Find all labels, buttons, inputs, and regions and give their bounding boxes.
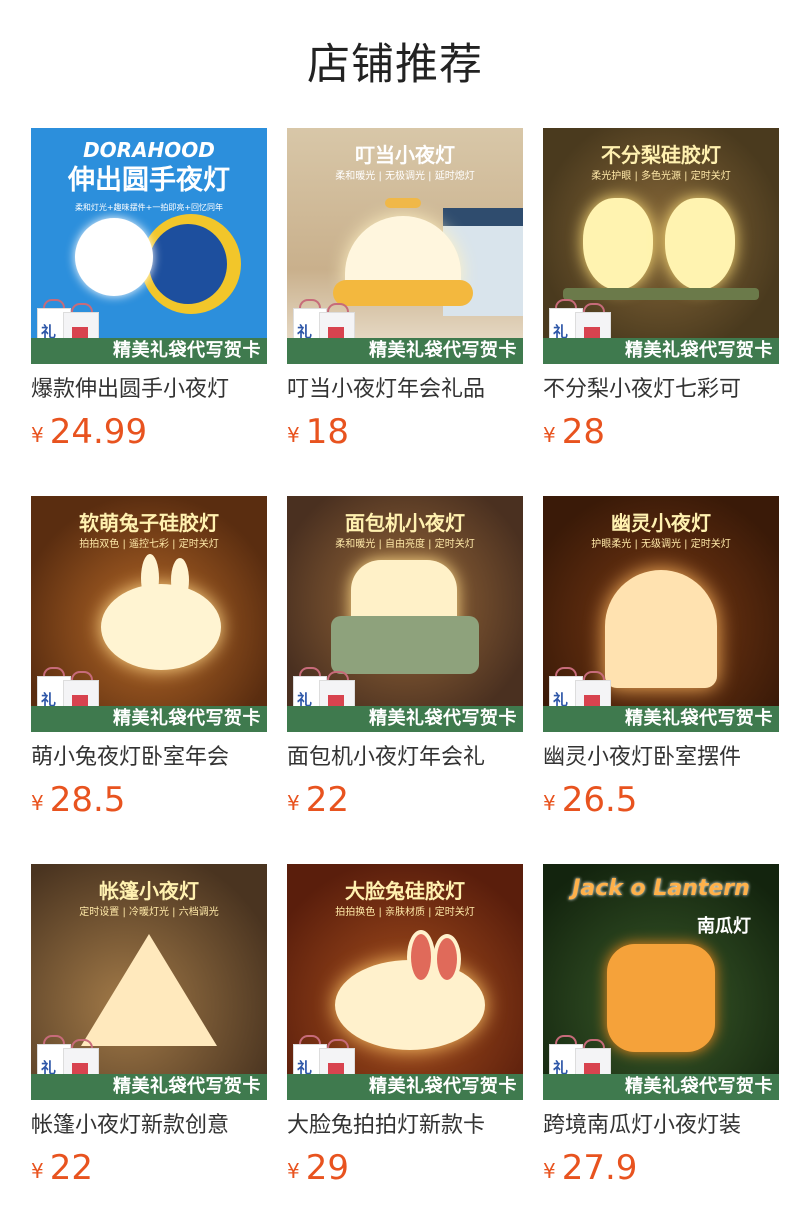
product-card[interactable]: 不分梨硅胶灯 柔光护眼 | 多色光源 | 定时关灯 礼物 精美礼袋代写贺卡 不分… [543, 128, 779, 452]
toaster-body-shape [331, 616, 479, 674]
poster-title: 软萌兔子硅胶灯 [79, 511, 219, 535]
product-image[interactable]: 叮当小夜灯 柔和暖光 | 无极调光 | 延时熄灯 礼物 精美礼袋代写贺卡 [287, 128, 523, 364]
pumpkin-lamp-shape [607, 944, 715, 1052]
poster-subtitle: 柔和暖光 | 无极调光 | 延时熄灯 [335, 171, 475, 182]
page-title: 店铺推荐 [307, 40, 483, 90]
gift-badge: 精美礼袋代写贺卡 [287, 706, 523, 732]
product-name[interactable]: 帐篷小夜灯新款创意 [31, 1110, 267, 1142]
product-price: ¥28.5 [31, 780, 126, 820]
tent-shape [81, 934, 217, 1046]
product-image[interactable]: 大脸兔硅胶灯 拍拍换色 | 亲肤材质 | 定时关灯 礼物 精美礼袋代写贺卡 [287, 864, 523, 1100]
product-name[interactable]: 幽灵小夜灯卧室摆件 [543, 742, 779, 774]
product-image[interactable]: DORAHOOD 伸出圆手夜灯 柔和灯光+趣味摆件+一拍即亮+回忆同年 礼物 精… [31, 128, 267, 364]
product-card[interactable]: 帐篷小夜灯 定时设置 | 冷暖灯光 | 六档调光 礼物 精美礼袋代写贺卡 帐篷小… [31, 864, 267, 1188]
pear-left-shape [583, 198, 653, 290]
gift-badge: 精美礼袋代写贺卡 [287, 1074, 523, 1100]
gift-badge: 精美礼袋代写贺卡 [543, 1074, 779, 1100]
gift-badge: 精美礼袋代写贺卡 [31, 1074, 267, 1100]
product-image[interactable]: Jack o Lantern 南瓜灯 礼物 精美礼袋代写贺卡 [543, 864, 779, 1100]
product-name[interactable]: 萌小兔夜灯卧室年会 [31, 742, 267, 774]
ghost-shape [605, 570, 717, 688]
poster-title: 幽灵小夜灯 [611, 511, 711, 535]
product-name[interactable]: 不分梨小夜灯七彩可 [543, 374, 779, 406]
rabbit-ear-shape [141, 554, 159, 602]
poster-title: 不分梨硅胶灯 [601, 143, 721, 167]
poster-title: 面包机小夜灯 [345, 511, 465, 535]
poster-subtitle: 南瓜灯 [697, 916, 751, 937]
gift-badge: 精美礼袋代写贺卡 [287, 338, 523, 364]
product-image[interactable]: 软萌兔子硅胶灯 拍拍双色 | 遥控七彩 | 定时关灯 礼物 精美礼袋代写贺卡 [31, 496, 267, 732]
product-price: ¥27.9 [543, 1148, 638, 1188]
swing-board-shape [563, 288, 759, 300]
product-card[interactable]: 大脸兔硅胶灯 拍拍换色 | 亲肤材质 | 定时关灯 礼物 精美礼袋代写贺卡 大脸… [287, 864, 523, 1188]
product-price: ¥18 [287, 412, 349, 452]
gift-badge: 精美礼袋代写贺卡 [31, 706, 267, 732]
brand-logo: DORAHOOD [83, 138, 215, 162]
product-price: ¥22 [287, 780, 349, 820]
product-price: ¥29 [287, 1148, 349, 1188]
poster-subtitle: 定时设置 | 冷暖灯光 | 六档调光 [79, 907, 219, 918]
product-card[interactable]: DORAHOOD 伸出圆手夜灯 柔和灯光+趣味摆件+一拍即亮+回忆同年 礼物 精… [31, 128, 267, 452]
product-price: ¥22 [31, 1148, 93, 1188]
rabbit-body-shape [101, 584, 221, 670]
rabbit-ear-shape [407, 930, 435, 984]
product-price: ¥28 [543, 412, 605, 452]
product-name[interactable]: 叮当小夜灯年会礼品 [287, 374, 523, 406]
product-card[interactable]: Jack o Lantern 南瓜灯 礼物 精美礼袋代写贺卡 跨境南瓜灯小夜灯装… [543, 864, 779, 1188]
lamp-knob-shape [385, 198, 421, 208]
header: 店铺推荐 [0, 0, 790, 128]
pear-right-shape [665, 198, 735, 290]
lamp-inner-shape [149, 224, 227, 304]
product-name[interactable]: 大脸兔拍拍灯新款卡 [287, 1110, 523, 1142]
product-card[interactable]: 幽灵小夜灯 护眼柔光 | 无级调光 | 定时关灯 礼物 精美礼袋代写贺卡 幽灵小… [543, 496, 779, 820]
lamp-base-shape [333, 280, 473, 306]
poster-subtitle: 拍拍双色 | 遥控七彩 | 定时关灯 [79, 539, 219, 550]
poster-title: 大脸兔硅胶灯 [345, 879, 465, 903]
poster-subtitle: 拍拍换色 | 亲肤材质 | 定时关灯 [335, 907, 475, 918]
lamp-ball-shape [75, 218, 153, 296]
poster-title: 帐篷小夜灯 [99, 879, 199, 903]
product-name[interactable]: 爆款伸出圆手小夜灯 [31, 374, 267, 406]
poster-title: Jack o Lantern [572, 876, 750, 901]
poster-subtitle: 柔光护眼 | 多色光源 | 定时关灯 [591, 171, 731, 182]
product-price: ¥24.99 [31, 412, 148, 452]
poster-title: 伸出圆手夜灯 [68, 165, 230, 196]
product-image[interactable]: 幽灵小夜灯 护眼柔光 | 无级调光 | 定时关灯 礼物 精美礼袋代写贺卡 [543, 496, 779, 732]
product-card[interactable]: 面包机小夜灯 柔和暖光 | 自由亮度 | 定时关灯 礼物 精美礼袋代写贺卡 面包… [287, 496, 523, 820]
gift-badge: 精美礼袋代写贺卡 [31, 338, 267, 364]
product-name[interactable]: 跨境南瓜灯小夜灯装 [543, 1110, 779, 1142]
product-image[interactable]: 面包机小夜灯 柔和暖光 | 自由亮度 | 定时关灯 礼物 精美礼袋代写贺卡 [287, 496, 523, 732]
product-price: ¥26.5 [543, 780, 638, 820]
product-card[interactable]: 叮当小夜灯 柔和暖光 | 无极调光 | 延时熄灯 礼物 精美礼袋代写贺卡 叮当小… [287, 128, 523, 452]
rabbit-ear-shape [171, 558, 189, 602]
product-image[interactable]: 帐篷小夜灯 定时设置 | 冷暖灯光 | 六档调光 礼物 精美礼袋代写贺卡 [31, 864, 267, 1100]
product-card[interactable]: 软萌兔子硅胶灯 拍拍双色 | 遥控七彩 | 定时关灯 礼物 精美礼袋代写贺卡 萌… [31, 496, 267, 820]
poster-title: 叮当小夜灯 [355, 143, 455, 167]
gift-badge: 精美礼袋代写贺卡 [543, 338, 779, 364]
rabbit-ear-shape [433, 934, 461, 984]
product-image[interactable]: 不分梨硅胶灯 柔光护眼 | 多色光源 | 定时关灯 礼物 精美礼袋代写贺卡 [543, 128, 779, 364]
product-name[interactable]: 面包机小夜灯年会礼 [287, 742, 523, 774]
gift-badge: 精美礼袋代写贺卡 [543, 706, 779, 732]
poster-subtitle: 柔和暖光 | 自由亮度 | 定时关灯 [335, 539, 475, 550]
poster-subtitle: 护眼柔光 | 无级调光 | 定时关灯 [591, 539, 731, 550]
poster-subtitle: 柔和灯光+趣味摆件+一拍即亮+回忆同年 [74, 203, 224, 212]
